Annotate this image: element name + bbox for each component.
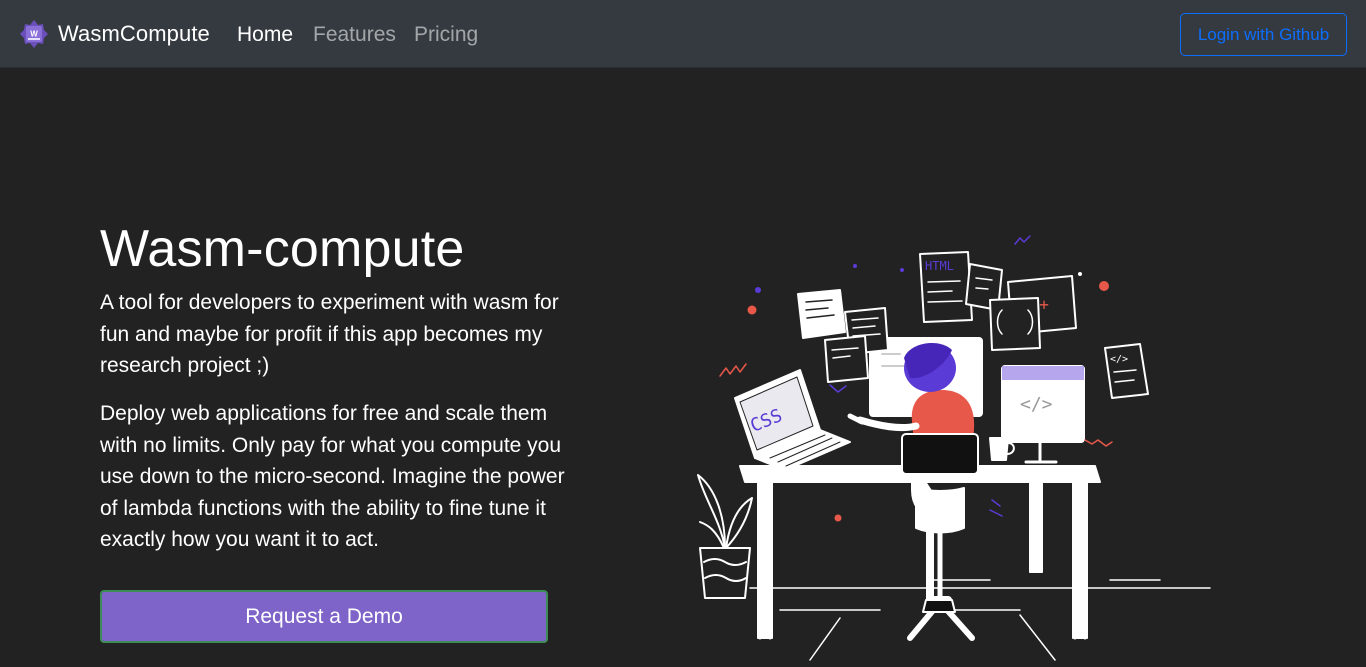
nav-link-features[interactable]: Features: [313, 22, 396, 48]
brand-name[interactable]: WasmCompute: [58, 21, 210, 47]
login-with-github-button[interactable]: Login with Github: [1180, 13, 1347, 56]
wasm-logo-icon: W: [20, 20, 48, 48]
logo-letter: W: [30, 30, 38, 39]
brand[interactable]: W WasmCompute: [17, 16, 210, 52]
html-doc-icon: HTML: [919, 251, 973, 323]
code-doc-text: </>: [1110, 354, 1128, 365]
code-doc-icon: </>: [1104, 343, 1149, 399]
developer-at-desk-illustration: CSS </> HTML </>: [690, 230, 1230, 667]
coffee-mug-icon: [989, 437, 1009, 461]
plant-pot-icon: [697, 474, 753, 599]
hero-body-text: Deploy web applications for free and sca…: [100, 402, 565, 551]
monitor-code-text: </>: [1020, 394, 1053, 415]
cpp-doc-icon: C++: [965, 263, 1077, 351]
laptop-icon: CSS: [734, 369, 851, 471]
nav-link-pricing[interactable]: Pricing: [414, 22, 478, 48]
top-navbar: W WasmCompute Home Features Pricing Logi…: [0, 0, 1366, 68]
nav-link-home[interactable]: Home: [237, 22, 293, 48]
hero-title: Wasm-compute: [100, 220, 465, 278]
html-doc-text: HTML: [925, 259, 954, 273]
hero-lead-text: A tool for developers to experiment with…: [100, 291, 559, 377]
request-demo-button[interactable]: Request a Demo: [100, 590, 548, 643]
